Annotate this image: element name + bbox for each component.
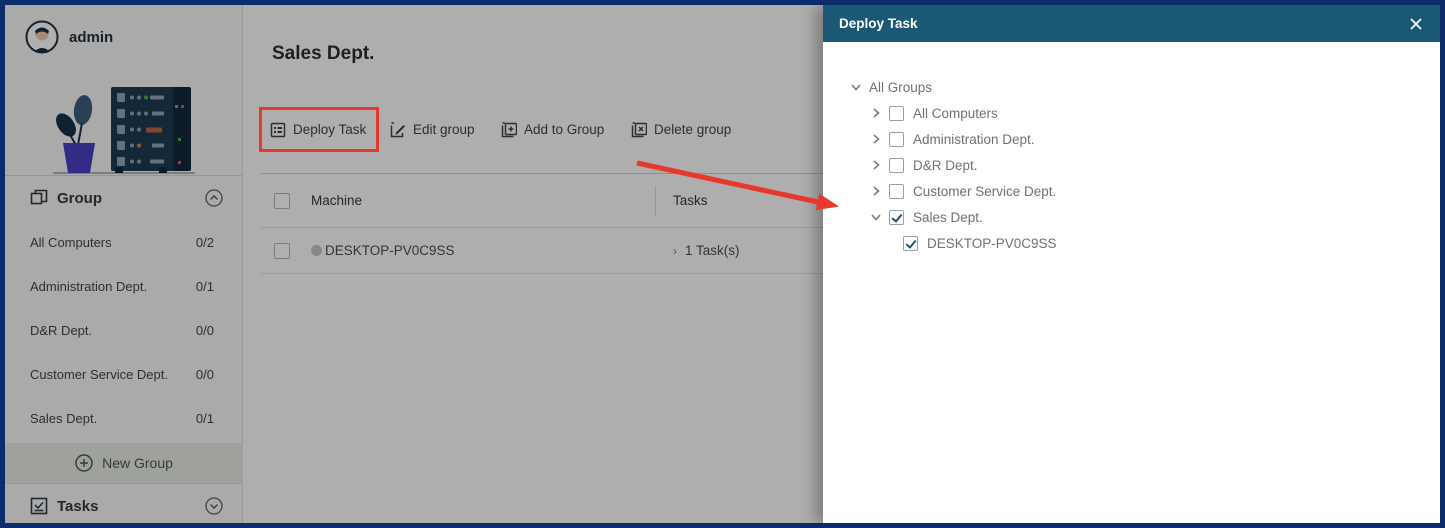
tree-node-label: Customer Service Dept. [913, 183, 1057, 199]
chevron-right-icon[interactable] [850, 81, 862, 93]
chevron-right-icon[interactable] [870, 133, 882, 145]
app-window: admin Group All Computers 0/2 Administra… [0, 0, 1445, 528]
chevron-right-icon[interactable] [870, 159, 882, 171]
tree-checkbox[interactable] [889, 131, 904, 147]
tree-node-label: Sales Dept. [913, 209, 983, 225]
dialog-header: Deploy Task [823, 5, 1440, 42]
group-tree: All Groups All Computers Administration … [823, 42, 1440, 256]
tree-node-sales-dept[interactable]: Sales Dept. [850, 204, 1440, 230]
dialog-title: Deploy Task [839, 16, 918, 31]
close-icon[interactable] [1406, 14, 1425, 33]
tree-node-administration-dept[interactable]: Administration Dept. [850, 126, 1440, 152]
tree-node-dr-dept[interactable]: D&R Dept. [850, 152, 1440, 178]
chevron-right-icon[interactable] [870, 185, 882, 197]
chevron-right-icon[interactable] [870, 107, 882, 119]
tree-node-label: All Groups [869, 79, 933, 95]
tree-node-label: All Computers [913, 105, 998, 121]
tree-checkbox[interactable] [889, 209, 904, 225]
modal-dim-overlay [5, 5, 823, 523]
tree-node-label: DESKTOP-PV0C9SS [927, 235, 1057, 251]
tree-node-all-groups[interactable]: All Groups [850, 74, 1440, 100]
tree-checkbox[interactable] [889, 183, 904, 199]
tree-node-customer-service-dept[interactable]: Customer Service Dept. [850, 178, 1440, 204]
deploy-task-dialog: Deploy Task All Groups All Computers Adm… [823, 5, 1440, 523]
chevron-down-icon[interactable] [870, 211, 882, 223]
tree-checkbox[interactable] [903, 235, 918, 251]
tree-node-desktop-pv0c9ss[interactable]: DESKTOP-PV0C9SS [850, 230, 1440, 256]
tree-node-all-computers[interactable]: All Computers [850, 100, 1440, 126]
tree-checkbox[interactable] [889, 105, 904, 121]
tree-node-label: Administration Dept. [913, 131, 1035, 147]
tree-checkbox[interactable] [889, 157, 904, 173]
tree-node-label: D&R Dept. [913, 157, 978, 173]
window-content: admin Group All Computers 0/2 Administra… [5, 5, 1440, 523]
